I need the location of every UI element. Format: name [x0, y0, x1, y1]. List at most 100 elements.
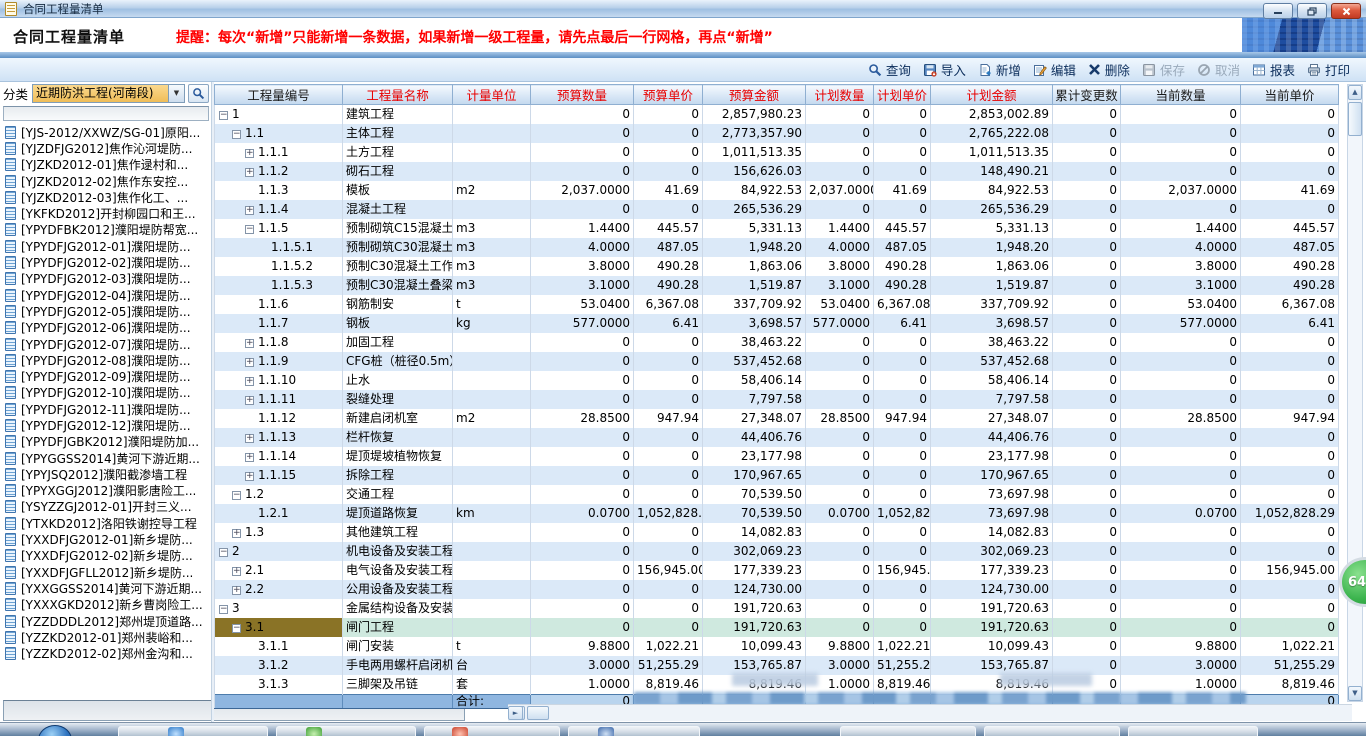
category-dropdown[interactable]: 近期防洪工程(河南段) ▼: [32, 84, 185, 103]
column-header[interactable]: 计划单价: [874, 85, 931, 105]
cancel-button[interactable]: 取消: [1191, 58, 1246, 81]
add-button[interactable]: 新增: [972, 58, 1027, 81]
list-item[interactable]: [YXXDFJGFLL2012]新乡堤防...: [3, 564, 209, 580]
table-row[interactable]: 1.1.5.2预制C30混凝土工作闸门m33.8000490.281,863.0…: [215, 257, 1339, 276]
column-header[interactable]: 计划金额: [931, 85, 1053, 105]
expand-icon[interactable]: +: [232, 586, 241, 595]
taskbar-button[interactable]: [424, 726, 560, 736]
table-row[interactable]: +1.1.8加固工程0038,463.220038,463.22000: [215, 333, 1339, 352]
list-item[interactable]: [YPYDFJG2012-02]濮阳堤防...: [3, 254, 209, 270]
scroll-down-arrow[interactable]: ▼: [1348, 686, 1362, 701]
collapse-icon[interactable]: −: [219, 605, 228, 614]
taskbar-button[interactable]: [984, 726, 1120, 736]
expand-icon[interactable]: +: [245, 339, 254, 348]
list-item[interactable]: [YJZKD2012-02]焦作东安控...: [3, 173, 209, 189]
print-button[interactable]: 打印: [1301, 58, 1356, 81]
expand-icon[interactable]: +: [245, 377, 254, 386]
column-header[interactable]: 预算金额: [703, 85, 806, 105]
list-item[interactable]: [YJS-2012/XXWZ/SG-01]原阳...: [3, 124, 209, 140]
table-row[interactable]: +1.1.14堤顶堤坡植物恢复0023,177.980023,177.98000: [215, 447, 1339, 466]
table-row[interactable]: +1.1.15拆除工程00170,967.6500170,967.65000: [215, 466, 1339, 485]
column-header[interactable]: 计划数量: [806, 85, 874, 105]
list-item[interactable]: [YXXDFJG2012-02]新乡堤防...: [3, 548, 209, 564]
scroll-up-arrow[interactable]: ▲: [1348, 85, 1362, 100]
table-row[interactable]: −3.1闸门工程00191,720.6300191,720.63000: [215, 618, 1339, 637]
table-row[interactable]: +1.1.4混凝土工程00265,536.2900265,536.29000: [215, 200, 1339, 219]
list-item[interactable]: [YPYDFJG2012-03]濮阳堤防...: [3, 271, 209, 287]
close-button[interactable]: [1331, 3, 1361, 19]
minimize-button[interactable]: [1263, 3, 1293, 19]
list-item[interactable]: [YSYZZGJ2012-01]开封三义...: [3, 499, 209, 515]
table-row[interactable]: −3金属结构设备及安装工程00191,720.6300191,720.63000: [215, 599, 1339, 618]
list-item[interactable]: [YPYXGGJ2012]濮阳影唐险工...: [3, 483, 209, 499]
table-row[interactable]: +1.1.2砌石工程00156,626.0300148,490.21000: [215, 162, 1339, 181]
list-item[interactable]: [YPYDFJG2012-11]濮阳堤防...: [3, 401, 209, 417]
import-button[interactable]: 导入: [917, 58, 972, 81]
column-header[interactable]: 工程量编号: [215, 85, 343, 105]
expand-icon[interactable]: +: [245, 206, 254, 215]
table-row[interactable]: 1.1.5.1预制砌筑C30混凝土板m34.0000487.051,948.20…: [215, 238, 1339, 257]
taskbar-button[interactable]: [1128, 726, 1258, 736]
expand-icon[interactable]: +: [245, 396, 254, 405]
list-item[interactable]: [YPYJSQ2012]濮阳截渗墙工程: [3, 466, 209, 482]
taskbar-button[interactable]: [118, 726, 268, 736]
collapse-icon[interactable]: −: [232, 130, 241, 139]
table-row[interactable]: −1.1主体工程002,773,357.90002,765,222.08000: [215, 124, 1339, 143]
table-row[interactable]: −1建筑工程002,857,980.23002,853,002.89000: [215, 105, 1339, 125]
table-row[interactable]: 1.1.6钢筋制安t53.04006,367.08337,709.9253.04…: [215, 295, 1339, 314]
column-header[interactable]: 当前数量: [1121, 85, 1241, 105]
list-item[interactable]: [YPYDFJG2012-06]濮阳堤防...: [3, 320, 209, 336]
list-item[interactable]: [YJZKD2012-03]焦作化工、...: [3, 189, 209, 205]
list-item[interactable]: [YJZDFJG2012]焦作沁河堤防...: [3, 140, 209, 156]
start-button[interactable]: [38, 725, 72, 736]
save-button[interactable]: 保存: [1136, 58, 1191, 81]
table-row[interactable]: 1.1.7钢板kg577.00006.413,698.57577.00006.4…: [215, 314, 1339, 333]
expand-icon[interactable]: +: [245, 434, 254, 443]
list-item[interactable]: [YXXGGSS2014]黄河下游近期...: [3, 580, 209, 596]
list-item[interactable]: [YPYDFJG2012-01]濮阳堤防...: [3, 238, 209, 254]
list-item[interactable]: [YKFKD2012]开封柳园口和王...: [3, 205, 209, 221]
restore-button[interactable]: [1297, 3, 1327, 19]
collapse-icon[interactable]: −: [232, 491, 241, 500]
collapse-icon[interactable]: −: [232, 624, 241, 633]
table-row[interactable]: +1.1.13栏杆恢复0044,406.760044,406.76000: [215, 428, 1339, 447]
table-row[interactable]: +1.3其他建筑工程0014,082.830014,082.83000: [215, 523, 1339, 542]
expand-icon[interactable]: +: [245, 472, 254, 481]
collapse-icon[interactable]: −: [219, 548, 228, 557]
table-row[interactable]: −2机电设备及安装工程00302,069.2300302,069.23000: [215, 542, 1339, 561]
edit-button[interactable]: 编辑: [1027, 58, 1082, 81]
list-item[interactable]: [YPYDFBK2012]濮阳堤防帮宽...: [3, 222, 209, 238]
list-item[interactable]: [YPYDFJGBK2012]濮阳堤防加...: [3, 434, 209, 450]
table-row[interactable]: 3.1.1闸门安装t9.88001,022.2110,099.439.88001…: [215, 637, 1339, 656]
table-row[interactable]: +1.1.11裂缝处理007,797.58007,797.58000: [215, 390, 1339, 409]
list-item[interactable]: [YZZKD2012-02]郑州金沟和...: [3, 646, 209, 662]
list-item[interactable]: [YZZDDDL2012]郑州堤顶道路...: [3, 613, 209, 629]
list-item[interactable]: [YTXKD2012]洛阳铁谢控导工程: [3, 515, 209, 531]
column-header[interactable]: 预算单价: [634, 85, 703, 105]
scroll-right-arrow[interactable]: ►: [508, 706, 523, 720]
list-item[interactable]: [YXXDFJG2012-01]新乡堤防...: [3, 531, 209, 547]
expand-icon[interactable]: +: [245, 358, 254, 367]
list-item[interactable]: [YPYDFJG2012-12]濮阳堤防...: [3, 417, 209, 433]
table-row[interactable]: +1.1.1土方工程001,011,513.35001,011,513.3500…: [215, 143, 1339, 162]
table-row[interactable]: +1.1.10止水0058,406.140058,406.14000: [215, 371, 1339, 390]
taskbar-button[interactable]: [276, 726, 416, 736]
list-item[interactable]: [YJZKD2012-01]焦作逯村和...: [3, 157, 209, 173]
table-row[interactable]: 1.1.5.3预制C30混凝土叠梁闸门m33.1000490.281,519.8…: [215, 276, 1339, 295]
horizontal-scroll-thumb[interactable]: [527, 706, 549, 720]
taskbar-button[interactable]: [840, 726, 976, 736]
table-row[interactable]: −1.1.5预制砌筑C15混凝土板m31.4400445.575,331.131…: [215, 219, 1339, 238]
chevron-down-icon[interactable]: ▼: [168, 85, 184, 102]
table-row[interactable]: +2.1电气设备及安装工程0156,945.00177,339.230156,9…: [215, 561, 1339, 580]
column-header[interactable]: 当前单价: [1241, 85, 1339, 105]
column-header[interactable]: 工程量名称: [343, 85, 453, 105]
expand-icon[interactable]: +: [245, 149, 254, 158]
expand-icon[interactable]: +: [232, 567, 241, 576]
expand-icon[interactable]: +: [245, 453, 254, 462]
table-row[interactable]: 1.2.1堤顶道路恢复km0.07001,052,828.2970,539.50…: [215, 504, 1339, 523]
table-row[interactable]: +1.1.9CFG桩（桩径0.5m）00537,452.6800537,452.…: [215, 352, 1339, 371]
collapse-icon[interactable]: −: [245, 225, 254, 234]
column-header[interactable]: 预算数量: [531, 85, 634, 105]
table-row[interactable]: 1.1.3模板m22,037.000041.6984,922.532,037.0…: [215, 181, 1339, 200]
vertical-scroll-thumb[interactable]: [1348, 102, 1362, 136]
